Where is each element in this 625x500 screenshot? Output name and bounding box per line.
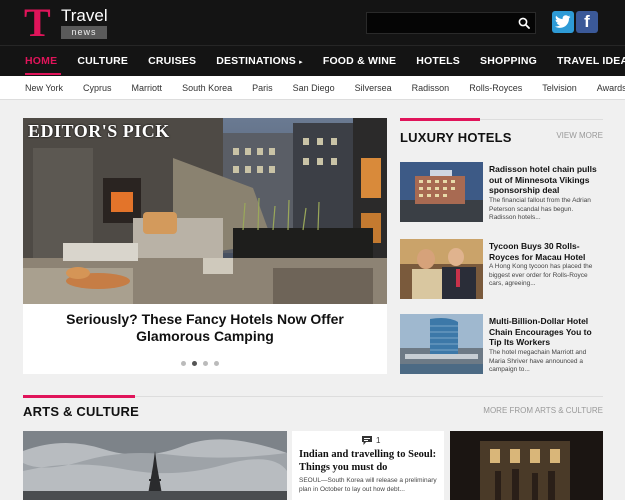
arts-story-image-1[interactable]: [23, 431, 287, 500]
tag-silversea[interactable]: Silversea: [345, 83, 402, 93]
tag-cyprus[interactable]: Cyprus: [73, 83, 122, 93]
facebook-icon: f: [584, 12, 590, 31]
featured-story: EDITOR'S PICK Seriously? These Fancy Hot…: [23, 118, 387, 374]
story-thumbnail[interactable]: [400, 314, 483, 374]
story-thumbnail[interactable]: [400, 162, 483, 222]
tag-south-korea[interactable]: South Korea: [172, 83, 242, 93]
tag-paris[interactable]: Paris: [242, 83, 283, 93]
story-excerpt: The financial fallout from the Adrian Pe…: [489, 197, 591, 221]
section-divider: [135, 396, 603, 397]
slide-dot-3[interactable]: [203, 361, 208, 366]
site-header: T Travel news f: [0, 0, 625, 45]
search-icon: [518, 17, 530, 29]
more-arts-link[interactable]: MORE FROM ARTS & CULTURE: [483, 406, 603, 415]
story-thumbnail[interactable]: [400, 239, 483, 299]
slide-dot-2[interactable]: [192, 361, 197, 366]
slider-dots: [181, 361, 219, 366]
section-accent-bar: [400, 118, 480, 121]
featured-title[interactable]: Seriously? These Fancy Hotels Now Offer …: [23, 311, 387, 345]
nav-item-hotels[interactable]: HOTELS: [406, 46, 470, 75]
story-excerpt: The hotel megachain Marriott and Maria S…: [489, 349, 587, 373]
list-item[interactable]: Radisson hotel chain pulls out of Minnes…: [400, 162, 603, 225]
nav-item-destinations-label: DESTINATIONS: [216, 55, 296, 67]
section-title: LUXURY HOTELS: [400, 130, 512, 145]
logo-title[interactable]: Travel: [61, 7, 108, 25]
dropdown-arrow-icon: ▸: [299, 59, 303, 66]
logo-subtitle: news: [61, 26, 107, 39]
tag-nav: New York Cyprus Marriott South Korea Par…: [0, 76, 625, 100]
list-item[interactable]: Multi-Billion-Dollar Hotel Chain Encoura…: [400, 314, 603, 377]
featured-image[interactable]: EDITOR'S PICK: [23, 118, 387, 304]
tag-marriott[interactable]: Marriott: [122, 83, 173, 93]
nav-item-shopping[interactable]: SHOPPING: [470, 46, 547, 75]
active-nav-indicator: [25, 73, 61, 75]
nav-item-culture[interactable]: CULTURE: [67, 46, 138, 75]
tag-radisson[interactable]: Radisson: [402, 83, 460, 93]
nav-item-home[interactable]: HOME: [15, 46, 67, 75]
story-headline[interactable]: Indian and travelling to Seoul: Things y…: [299, 449, 441, 474]
slide-dot-4[interactable]: [214, 361, 219, 366]
twitter-icon: [555, 15, 571, 28]
editors-pick-badge: EDITOR'S PICK: [28, 121, 170, 141]
tag-new-york[interactable]: New York: [15, 83, 73, 93]
view-more-link[interactable]: VIEW MORE: [556, 131, 603, 140]
arts-story-card[interactable]: 1 Indian and travelling to Seoul: Things…: [292, 431, 444, 500]
nav-item-travel-ideas[interactable]: TRAVEL IDEAS: [547, 46, 625, 75]
nav-item-destinations[interactable]: DESTINATIONS ▸: [206, 46, 313, 75]
logo-mark[interactable]: T: [24, 3, 54, 43]
story-headline[interactable]: Tycoon Buys 30 Rolls-Royces for Macau Ho…: [489, 241, 603, 262]
tag-awards[interactable]: Awards: [587, 83, 625, 93]
arts-culture-title: ARTS & CULTURE: [23, 404, 139, 419]
facebook-button[interactable]: f: [576, 11, 598, 33]
list-item[interactable]: Tycoon Buys 30 Rolls-Royces for Macau Ho…: [400, 239, 603, 302]
comment-icon: [362, 436, 372, 445]
search-input[interactable]: [366, 12, 536, 34]
slide-dot-1[interactable]: [181, 361, 186, 366]
comment-count[interactable]: 1: [362, 436, 380, 445]
main-nav: HOME CULTURE CRUISES DESTINATIONS ▸ FOOD…: [0, 45, 625, 76]
story-headline[interactable]: Multi-Billion-Dollar Hotel Chain Encoura…: [489, 316, 603, 348]
story-excerpt: SEOUL—South Korea will release a prelimi…: [299, 477, 437, 493]
tag-san-diego[interactable]: San Diego: [283, 83, 345, 93]
luxury-hotels-section: LUXURY HOTELS VIEW MORE Radisson hotel c…: [400, 118, 603, 376]
story-excerpt: A Hong Kong tycoon has placed the bigges…: [489, 263, 593, 287]
tag-rolls-royces[interactable]: Rolls-Royces: [459, 83, 532, 93]
nav-item-food-wine[interactable]: FOOD & WINE: [313, 46, 406, 75]
nav-item-cruises[interactable]: CRUISES: [138, 46, 206, 75]
comment-count-value: 1: [376, 436, 381, 445]
arts-story-image-2[interactable]: [450, 431, 603, 500]
tag-telvision[interactable]: Telvision: [532, 83, 587, 93]
section-accent-bar: [23, 395, 135, 398]
story-headline[interactable]: Radisson hotel chain pulls out of Minnes…: [489, 164, 603, 196]
search-button[interactable]: [514, 13, 534, 33]
twitter-button[interactable]: [552, 11, 574, 33]
section-divider: [480, 119, 603, 120]
